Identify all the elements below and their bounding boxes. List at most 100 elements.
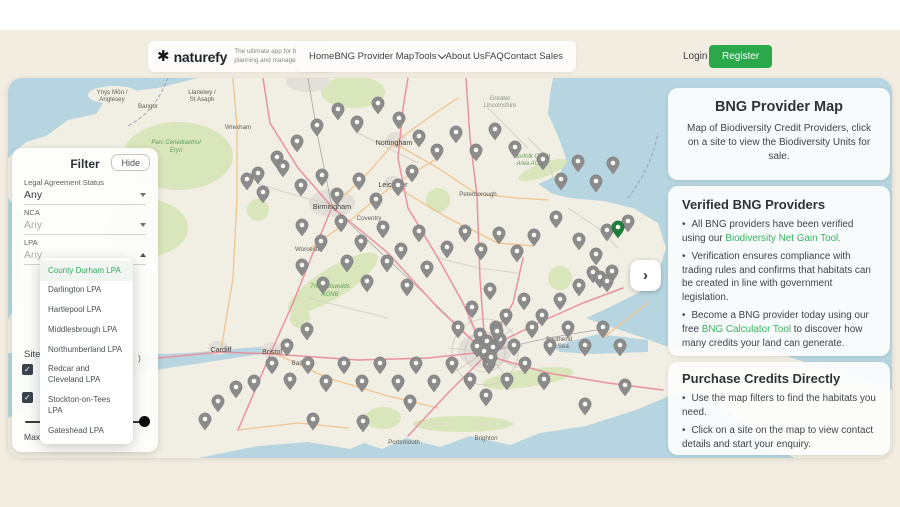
lpa-option[interactable]: Gateshead LPA (40, 421, 133, 441)
map-pin[interactable] (463, 372, 477, 391)
map-pin[interactable] (380, 254, 394, 273)
map-pin[interactable] (394, 242, 408, 261)
map-pin[interactable] (352, 172, 366, 191)
lpa-option[interactable]: Stockton-on-Tees LPA (40, 391, 133, 422)
map-pin[interactable] (553, 292, 567, 311)
map-pin[interactable] (449, 125, 463, 144)
map-pin[interactable] (294, 178, 308, 197)
text-link[interactable]: BNG Calculator Tool (702, 324, 791, 335)
map-pin[interactable] (412, 224, 426, 243)
map-pin[interactable] (465, 300, 479, 319)
map-pin[interactable] (445, 356, 459, 375)
map-pin[interactable] (409, 356, 423, 375)
map-pin[interactable] (427, 374, 441, 393)
nca-select[interactable]: Any (24, 219, 146, 235)
map-pin[interactable] (589, 247, 603, 266)
map-pin[interactable] (458, 224, 472, 243)
map-pin[interactable] (572, 232, 586, 251)
lpa-option[interactable]: County Durham LPA (40, 261, 133, 281)
map-pin[interactable] (240, 172, 254, 191)
lpa-option[interactable]: Redcar and Cleveland LPA (40, 360, 133, 391)
map-pin[interactable] (360, 274, 374, 293)
price-slider-handle[interactable] (139, 416, 150, 427)
map-pin[interactable] (618, 378, 632, 397)
bullet-item: • Click on a site on the map to view cont… (682, 424, 874, 450)
map-pin[interactable] (310, 118, 324, 137)
map-pin[interactable] (337, 356, 351, 375)
map-pin[interactable] (376, 220, 390, 239)
map-pin[interactable] (247, 374, 261, 393)
map-pin[interactable] (251, 166, 265, 185)
map-pin[interactable] (211, 394, 225, 413)
map-pin[interactable] (198, 412, 212, 431)
hide-filter-button[interactable]: Hide (111, 154, 150, 171)
map-pin[interactable] (315, 168, 329, 187)
map-pin[interactable] (405, 164, 419, 183)
map-pin[interactable] (440, 240, 454, 259)
map-pin[interactable] (537, 372, 551, 391)
map-pin[interactable] (469, 143, 483, 162)
map-pin[interactable] (295, 258, 309, 277)
register-button[interactable]: Register (709, 45, 773, 68)
panel-expand-button[interactable]: › (630, 260, 661, 291)
map-pin[interactable] (600, 223, 614, 242)
map-pin[interactable] (319, 374, 333, 393)
site-checkbox-2[interactable] (22, 392, 33, 403)
map-pin[interactable] (306, 412, 320, 431)
map-pin[interactable] (600, 274, 614, 293)
nav-item-home[interactable]: Home (309, 51, 334, 62)
map-pin[interactable] (488, 122, 502, 141)
map-pin[interactable] (430, 143, 444, 162)
map-pin[interactable] (265, 356, 279, 375)
map-pin[interactable] (525, 320, 539, 339)
map-pin[interactable] (483, 282, 497, 301)
map-pin[interactable] (391, 374, 405, 393)
map-pin[interactable] (474, 242, 488, 261)
text-link[interactable]: Biodiversity Net Gain Tool. (725, 233, 841, 244)
nav-item-about-us[interactable]: About Us (446, 51, 485, 62)
lpa-option[interactable]: Northumberland LPA (40, 340, 133, 360)
map-pin[interactable] (371, 96, 385, 115)
map-pin[interactable] (295, 218, 309, 237)
map-pin[interactable] (280, 338, 294, 357)
map-pin[interactable] (403, 394, 417, 413)
lpa-option[interactable]: Darlington LPA (40, 281, 133, 301)
map-pin[interactable] (283, 372, 297, 391)
map-pin[interactable] (613, 338, 627, 357)
map-pin[interactable] (412, 129, 426, 148)
legal-agreement-status-select[interactable]: Any (24, 189, 146, 205)
map-pin-selected[interactable] (611, 220, 625, 239)
lpa-option[interactable]: Middlesbrough LPA (40, 320, 133, 340)
map-pin[interactable] (356, 414, 370, 433)
map-pin[interactable] (331, 102, 345, 121)
map-pin[interactable] (527, 228, 541, 247)
map-pin[interactable] (451, 320, 465, 339)
map-pin[interactable] (543, 338, 557, 357)
map-pin[interactable] (276, 159, 290, 178)
map-pin[interactable] (290, 134, 304, 153)
map-pin[interactable] (229, 380, 243, 399)
map-pin[interactable] (392, 111, 406, 130)
site-checkbox-1[interactable] (22, 364, 33, 375)
login-link[interactable]: Login (683, 51, 707, 62)
map-label: Bristol (262, 347, 282, 356)
nav-item-faq[interactable]: FAQ (485, 51, 504, 62)
map-pin[interactable] (510, 244, 524, 263)
map-pin[interactable] (354, 234, 368, 253)
map-pin[interactable] (517, 292, 531, 311)
map-pin[interactable] (350, 115, 364, 134)
nav-item-tools[interactable]: Tools (414, 50, 447, 62)
map-pin[interactable] (300, 322, 314, 341)
map-pin[interactable] (400, 278, 414, 297)
map-pin[interactable] (578, 397, 592, 416)
map-pin[interactable] (549, 210, 563, 229)
lpa-option[interactable]: Hartlepool LPA (40, 301, 133, 321)
map-pin[interactable] (572, 278, 586, 297)
nav-item-bng-provider-map[interactable]: BNG Provider Map (334, 51, 414, 62)
nav-item-contact-sales[interactable]: Contact Sales (504, 51, 563, 62)
map-pin[interactable] (420, 260, 434, 279)
map-pin[interactable] (369, 192, 383, 211)
map-pin[interactable] (373, 356, 387, 375)
map-pin[interactable] (391, 178, 405, 197)
map-pin[interactable] (479, 388, 493, 407)
